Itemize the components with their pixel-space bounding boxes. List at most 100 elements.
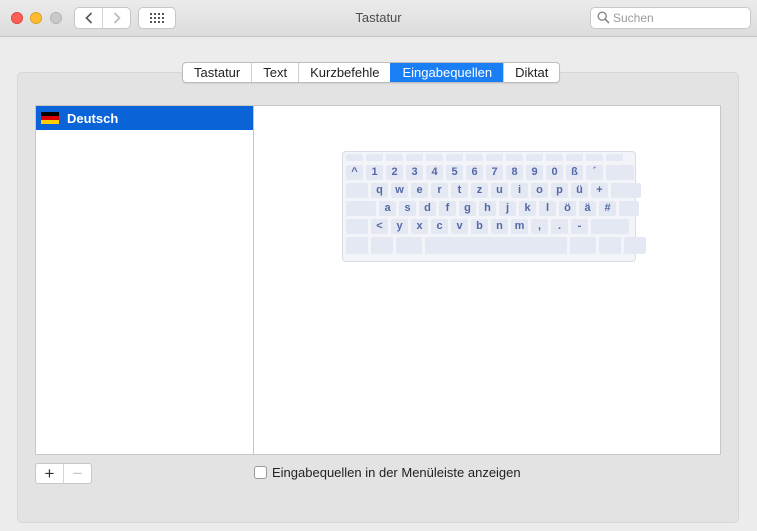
keyboard-key	[346, 154, 363, 161]
tab-tastatur[interactable]: Tastatur	[183, 63, 251, 82]
keyboard-key: d	[419, 201, 436, 216]
keyboard-key: 2	[386, 165, 403, 180]
keyboard-key	[546, 154, 563, 161]
keyboard-key	[486, 154, 503, 161]
tab-eingabequellen[interactable]: Eingabequellen	[390, 63, 504, 82]
search-icon	[597, 11, 610, 24]
keyboard-key	[426, 154, 443, 161]
keyboard-key: 6	[466, 165, 483, 180]
keyboard-key: p	[551, 183, 568, 198]
keyboard-key: ,	[531, 219, 548, 234]
keyboard-key	[606, 165, 634, 180]
title-bar: Tastatur	[0, 0, 757, 37]
keyboard-key: g	[459, 201, 476, 216]
keyboard-preview-area: ^ 1 2 3 4 5 6 7 8 9 0 ß ´ q w e r t z u i o p ü + a s d f g h j k l ö ä # …	[253, 105, 721, 455]
keyboard-key	[346, 219, 368, 234]
keyboard-key: 1	[366, 165, 383, 180]
tab-diktat[interactable]: Diktat	[503, 63, 559, 82]
keyboard-key	[570, 237, 596, 254]
input-source-list[interactable]: Deutsch	[35, 105, 254, 455]
keyboard-key: 4	[426, 165, 443, 180]
add-input-source-button[interactable]: +	[36, 464, 63, 483]
keyboard-key: m	[511, 219, 528, 234]
keyboard-key: w	[391, 183, 408, 198]
keyboard-layout-preview: ^ 1 2 3 4 5 6 7 8 9 0 ß ´ q w e r t z u i o p ü + a s d f g h j k l ö ä # …	[342, 151, 646, 262]
keyboard-key: 5	[446, 165, 463, 180]
keyboard-key	[599, 237, 621, 254]
keyboard-key: q	[371, 183, 388, 198]
keyboard-key: c	[431, 219, 448, 234]
keyboard-key	[366, 154, 383, 161]
show-in-menubar-label: Eingabequellen in der Menüleiste anzeige…	[272, 465, 521, 480]
keyboard-key: v	[451, 219, 468, 234]
keyboard-key	[619, 201, 639, 216]
show-in-menubar-option[interactable]: Eingabequellen in der Menüleiste anzeige…	[254, 465, 521, 480]
input-source-label: Deutsch	[67, 110, 119, 126]
keyboard-key: 9	[526, 165, 543, 180]
keyboard-key: o	[531, 183, 548, 198]
keyboard-key: a	[379, 201, 396, 216]
keyboard-key: ä	[579, 201, 596, 216]
keyboard-key: ß	[566, 165, 583, 180]
keyboard-key: ü	[571, 183, 588, 198]
keyboard-key	[406, 154, 423, 161]
keyboard-row-1: ^ 1 2 3 4 5 6 7 8 9 0 ß ´	[346, 165, 634, 180]
keyboard-key	[446, 154, 463, 161]
keyboard-key: ^	[346, 165, 363, 180]
keyboard-key	[611, 183, 641, 198]
keyboard-key	[346, 183, 368, 198]
keyboard-key: f	[439, 201, 456, 216]
keyboard-key: <	[371, 219, 388, 234]
tab-kurzbefehle[interactable]: Kurzbefehle	[298, 63, 390, 82]
keyboard-key	[371, 237, 393, 254]
keyboard-key: ö	[559, 201, 576, 216]
keyboard-key	[566, 154, 583, 161]
remove-input-source-button[interactable]: −	[63, 464, 91, 483]
search-field[interactable]	[590, 7, 751, 29]
keyboard-key: x	[411, 219, 428, 234]
keyboard-key	[606, 154, 623, 161]
keyboard-key	[591, 219, 629, 234]
keyboard-key: l	[539, 201, 556, 216]
keyboard-key: ´	[586, 165, 603, 180]
keyboard-key	[425, 237, 567, 254]
keyboard-key: y	[391, 219, 408, 234]
keyboard-key: 7	[486, 165, 503, 180]
keyboard-key: u	[491, 183, 508, 198]
input-source-item-deutsch[interactable]: Deutsch	[36, 106, 253, 130]
tab-bar: Tastatur Text Kurzbefehle Eingabequellen…	[182, 62, 561, 83]
keyboard-key: -	[571, 219, 588, 234]
search-input[interactable]	[613, 11, 743, 25]
keyboard-key: z	[471, 183, 488, 198]
keyboard-key	[346, 201, 376, 216]
keyboard-key	[346, 237, 368, 254]
keyboard-key: +	[591, 183, 608, 198]
keyboard-row-4: < y x c v b n m,. -	[346, 219, 632, 234]
tab-text[interactable]: Text	[251, 63, 298, 82]
keyboard-key: h	[479, 201, 496, 216]
keyboard-key: s	[399, 201, 416, 216]
keyboard-key	[586, 154, 603, 161]
add-remove-control: + −	[35, 463, 92, 484]
keyboard-key: n	[491, 219, 508, 234]
keyboard-key: 0	[546, 165, 563, 180]
keyboard-key: .	[551, 219, 568, 234]
keyboard-key: #	[599, 201, 616, 216]
keyboard-key	[386, 154, 403, 161]
function-key-row	[346, 154, 632, 161]
keyboard-row-space	[346, 237, 646, 254]
keyboard-key: i	[511, 183, 528, 198]
keyboard-row-3: a s d f g h j k l ö ä #	[346, 201, 639, 216]
keyboard-key	[466, 154, 483, 161]
keyboard-key: b	[471, 219, 488, 234]
keyboard-key	[526, 154, 543, 161]
keyboard-key	[396, 237, 422, 254]
keyboard-key: r	[431, 183, 448, 198]
show-in-menubar-checkbox[interactable]	[254, 466, 267, 479]
keyboard-key	[506, 154, 523, 161]
keyboard-key: 8	[506, 165, 523, 180]
keyboard-key: j	[499, 201, 516, 216]
keyboard-key: t	[451, 183, 468, 198]
keyboard-key: e	[411, 183, 428, 198]
keyboard-key: k	[519, 201, 536, 216]
